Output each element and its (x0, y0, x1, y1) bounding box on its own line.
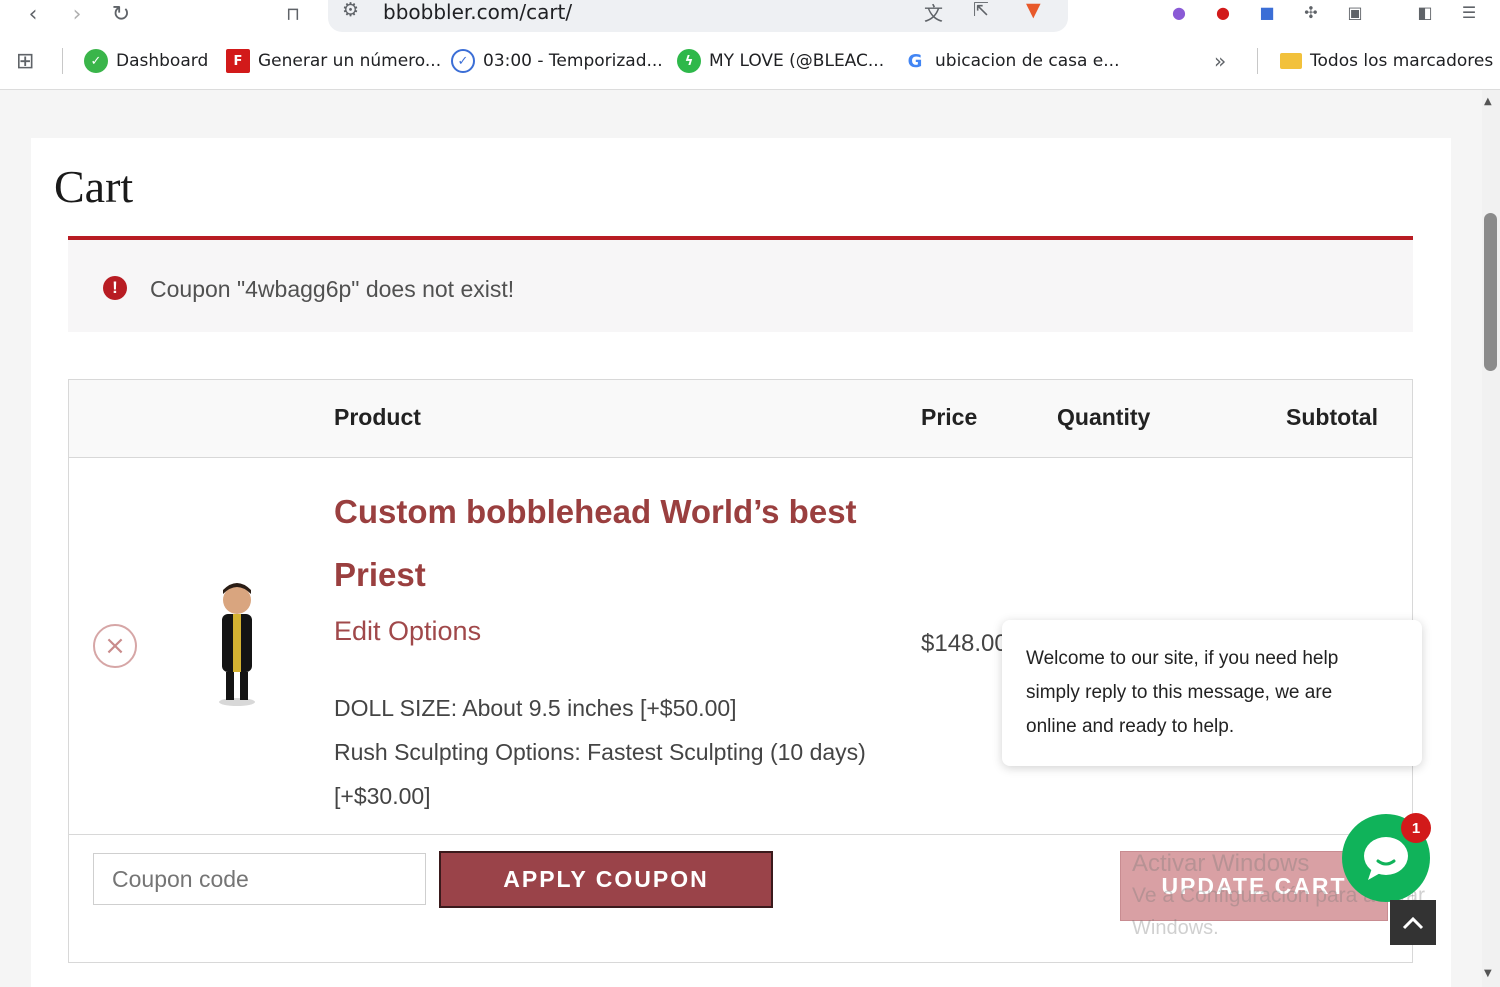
remove-item-button[interactable]: × (93, 624, 137, 668)
back-icon[interactable]: ‹ (18, 0, 48, 28)
bookmark-separator (62, 48, 63, 74)
apply-coupon-button[interactable]: APPLY COUPON (439, 851, 773, 908)
bookmarks-bar: ⊞ ✓ Dashboard F Generar un número... ✓ 0… (0, 38, 1500, 90)
translate-icon[interactable]: 文 (924, 0, 943, 26)
reload-icon[interactable]: ↻ (106, 0, 136, 28)
header-product: Product (334, 404, 421, 430)
error-icon: ! (103, 276, 127, 300)
product-meta: DOLL SIZE: About 9.5 inches [+$50.00] Ru… (334, 686, 894, 818)
extension-red-icon[interactable]: ● (1210, 0, 1236, 24)
header-quantity: Quantity (1057, 404, 1151, 430)
bookmark-label: MY LOVE (@BLEAC... (709, 51, 885, 71)
screenshot-icon[interactable]: ▣ (1342, 0, 1368, 24)
bookmark-dashboard[interactable]: ✓ Dashboard (84, 48, 208, 74)
bookmark-label: 03:00 - Temporizad... (483, 51, 663, 71)
error-notice: ! Coupon "4wbagg6p" does not exist! (68, 236, 1413, 332)
chat-welcome-popup[interactable]: Welcome to our site, if you need help si… (1002, 620, 1422, 766)
bolt-icon: ϟ (677, 49, 701, 73)
page-title: Cart (54, 161, 134, 212)
table-header: Product Price Quantity Subtotal (69, 380, 1412, 458)
scroll-thumb[interactable] (1484, 213, 1497, 371)
scroll-up-icon[interactable]: ▲ (1484, 96, 1492, 107)
chat-unread-badge: 1 (1401, 813, 1431, 843)
chevron-up-icon (1402, 916, 1424, 929)
google-icon: G (903, 49, 927, 73)
error-message: Coupon "4wbagg6p" does not exist! (150, 276, 515, 302)
scroll-to-top-button[interactable] (1390, 900, 1436, 945)
bookmark-separator (1257, 48, 1258, 74)
product-name-link[interactable]: Custom bobblehead World’s best Priest (334, 480, 894, 606)
watermark-line: Windows. (1132, 917, 1219, 939)
scroll-down-icon[interactable]: ▼ (1484, 968, 1492, 979)
header-subtotal: Subtotal (1286, 404, 1378, 430)
bookmark-icon[interactable]: ⊓ (278, 0, 308, 28)
extension-translate-icon[interactable]: ■ (1254, 0, 1280, 24)
brave-shield-icon[interactable]: ▼ (1026, 0, 1041, 21)
edit-options-link[interactable]: Edit Options (334, 616, 481, 647)
item-price: $148.00 (921, 630, 1008, 657)
share-icon[interactable]: ⇱ (973, 0, 989, 21)
all-bookmarks-label: Todos los marcadores (1310, 51, 1494, 71)
dashboard-icon: ✓ (84, 49, 108, 73)
bookmark-generar[interactable]: F Generar un número... (226, 48, 441, 74)
coupon-input[interactable] (93, 853, 426, 905)
actions-divider (69, 834, 1412, 835)
extensions-puzzle-icon[interactable]: ✣ (1298, 0, 1324, 24)
timer-check-icon: ✓ (451, 49, 475, 73)
bookmark-my-love[interactable]: ϟ MY LOVE (@BLEAC... (677, 48, 884, 74)
menu-icon[interactable]: ☰ (1456, 0, 1482, 24)
browser-toolbar: ‹ › ↻ ⊓ ⚙ bbobbler.com/cart/ 文 ⇱ ▼ ● ● ■… (0, 0, 1500, 38)
product-thumbnail[interactable] (209, 578, 265, 708)
bookmark-ubicacion[interactable]: G ubicacion de casa e... (903, 48, 1119, 74)
bookmark-label: Generar un número... (258, 51, 442, 71)
apps-grid-icon[interactable]: ⊞ (16, 48, 34, 74)
sidebar-icon[interactable]: ◧ (1412, 0, 1438, 24)
bookmark-label: Dashboard (116, 51, 209, 71)
meta-rush-options: Rush Sculpting Options: Fastest Sculptin… (334, 739, 866, 809)
chat-message: Welcome to our site, if you need help si… (1026, 648, 1339, 737)
extension-purple-icon[interactable]: ● (1166, 0, 1192, 24)
site-settings-icon[interactable]: ⚙ (342, 0, 359, 21)
bookmark-temporizador[interactable]: ✓ 03:00 - Temporizad... (451, 48, 663, 74)
header-price: Price (921, 404, 978, 430)
bookmark-label: ubicacion de casa e... (935, 51, 1120, 71)
more-bookmarks-icon[interactable]: » (1214, 48, 1226, 74)
url-text[interactable]: bbobbler.com/cart/ (383, 0, 572, 24)
folder-icon (1280, 53, 1302, 69)
meta-doll-size: DOLL SIZE: About 9.5 inches [+$50.00] (334, 695, 737, 721)
f-logo-icon: F (226, 49, 250, 73)
forward-icon[interactable]: › (62, 0, 92, 28)
address-bar[interactable]: ⚙ bbobbler.com/cart/ 文 ⇱ ▼ (328, 0, 1068, 32)
all-bookmarks[interactable]: Todos los marcadores (1280, 48, 1493, 74)
